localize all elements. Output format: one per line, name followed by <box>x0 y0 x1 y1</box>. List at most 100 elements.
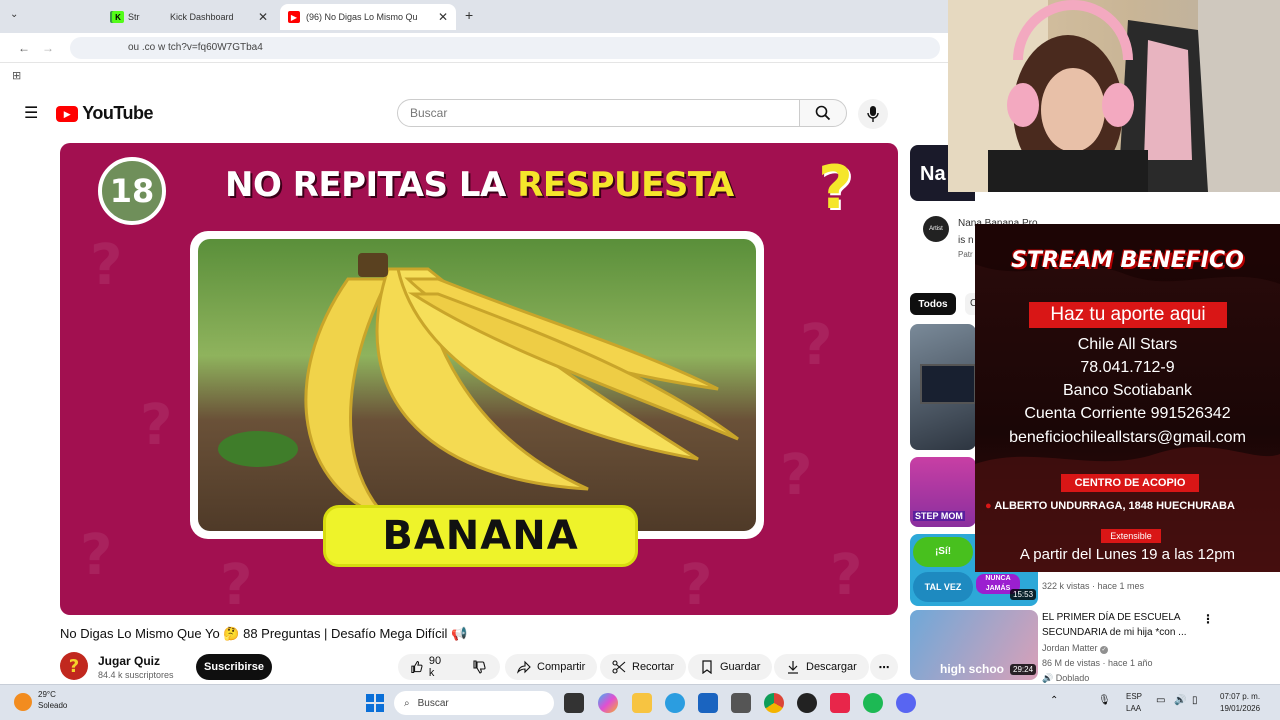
url-field[interactable]: ou .co w tch?v=fq60W7GTba4 <box>70 37 940 59</box>
artist-avatar[interactable]: Artist <box>923 216 949 242</box>
sidebar-thumbnail-1[interactable] <box>910 324 976 450</box>
more-horizontal-icon: ⋯ <box>878 661 890 674</box>
thumbnail-text: high schoo <box>940 662 1004 676</box>
clip-button[interactable]: Recortar <box>600 654 687 680</box>
youtube-wordmark: YouTube <box>82 103 154 123</box>
tab-list-chevron-icon[interactable]: ⌄ <box>10 9 18 20</box>
edge-icon[interactable] <box>665 693 685 713</box>
sidebar-thumbnail-2[interactable]: STEP MOM <box>910 457 976 527</box>
webcam-feed <box>948 0 1280 192</box>
search-button[interactable] <box>799 99 847 127</box>
clock-time: 07:07 p. m. <box>1220 692 1261 701</box>
discord-icon[interactable] <box>896 693 916 713</box>
sidebar-channel-line: is n <box>958 235 974 246</box>
maybe-button-art: TAL VEZ <box>913 572 973 602</box>
url-text: ou .co w tch?v=fq60W7GTba4 <box>128 42 263 53</box>
banana-photo-frame <box>190 231 764 539</box>
like-button[interactable]: 90 k <box>398 654 460 680</box>
tab-kick-dashboard[interactable]: K Kick Dashboard ✕ <box>104 4 276 30</box>
overlay-line: beneficiochileallstars@gmail.com <box>1009 429 1246 446</box>
file-explorer-icon[interactable] <box>632 693 652 713</box>
decorative-question-mark: ? <box>780 443 813 508</box>
weather-condition: Soleado <box>38 701 68 710</box>
chrome-icon[interactable] <box>764 693 784 713</box>
volume-icon[interactable]: 🔊 <box>1174 695 1186 706</box>
share-button[interactable]: Compartir <box>505 654 598 680</box>
menu-icon[interactable]: ☰ <box>24 103 38 123</box>
windows-start-icon[interactable] <box>366 694 384 712</box>
dislike-button[interactable] <box>460 654 500 680</box>
store-icon[interactable] <box>698 693 718 713</box>
video-title: No Digas Lo Mismo Que Yo 🤔 88 Preguntas … <box>60 626 468 641</box>
overlay-line: 78.041.712-9 <box>1080 359 1175 376</box>
obs-icon[interactable] <box>797 693 817 713</box>
save-button[interactable]: Guardar <box>688 654 773 680</box>
close-tab-icon[interactable]: ✕ <box>258 10 268 24</box>
location-pin-icon: ● <box>985 500 992 512</box>
weather-temp: 29°C <box>38 690 56 699</box>
download-button[interactable]: Descargar <box>774 654 869 680</box>
channel-avatar[interactable]: ? <box>60 652 88 680</box>
banana-photo <box>198 239 756 531</box>
overlay-address-text: ALBERTO UNDURRAGA, 1848 HUECHURABA <box>994 500 1235 512</box>
apps-grid-icon[interactable]: ⊞ <box>12 69 21 82</box>
back-icon[interactable]: ← <box>18 41 30 55</box>
tiktok-icon[interactable] <box>830 693 850 713</box>
language-code: ESP <box>1126 692 1143 701</box>
tab-youtube-active[interactable]: ▶ (96) No Digas Lo Mismo Qu ✕ <box>280 4 456 30</box>
decorative-question-mark: ? <box>90 233 123 298</box>
network-icon[interactable]: ▭ <box>1156 695 1165 706</box>
new-tab-button[interactable]: + <box>465 7 473 23</box>
save-label: Guardar <box>720 661 761 673</box>
stream-benefit-overlay: STREAM BENEFICO Haz tu aporte aqui Chile… <box>975 224 1280 572</box>
copilot-icon[interactable] <box>598 693 618 713</box>
sidebar-video-meta: 86 M de vistas · hace 1 año <box>1042 658 1153 668</box>
forward-icon[interactable]: → <box>42 41 54 55</box>
sidebar-video-title[interactable]: EL PRIMER DÍA DE ESCUELA SECUNDARIA de m… <box>1042 610 1192 640</box>
decorative-question-mark: ? <box>830 543 863 608</box>
youtube-play-icon: ▶ <box>56 106 78 123</box>
search-input[interactable]: Buscar <box>397 99 800 127</box>
dubbed-badge: 🔊 Doblado <box>1042 673 1089 684</box>
subscribe-button[interactable]: Suscribirse <box>196 654 272 680</box>
task-view-icon[interactable] <box>564 693 584 713</box>
tab-label: (96) No Digas Lo Mismo Qu <box>306 12 418 22</box>
video-frame-title-white: NO REPITAS LA <box>225 165 518 205</box>
bananas-illustration <box>218 253 739 521</box>
channel-name[interactable]: Jugar Quiz <box>98 654 160 668</box>
overlay-cta: Haz tu aporte aqui <box>1029 302 1227 328</box>
video-player[interactable]: ? ? ? ? ? ? ? ? 18 NO REPITAS LA RESPUES… <box>60 143 898 615</box>
windows-taskbar: 29°C Soleado ⌕ Buscar ⌃ 🎙 ESP LAA ▭ 🔊 ▯ … <box>0 684 1280 720</box>
weather-widget[interactable]: 29°C Soleado <box>14 689 84 717</box>
kick-favicon-icon: K <box>112 11 124 23</box>
chip-all[interactable]: Todos <box>910 293 956 315</box>
battery-icon[interactable]: ▯ <box>1192 695 1198 706</box>
tray-chevron-icon[interactable]: ⌃ <box>1050 695 1058 706</box>
youtube-logo[interactable]: ▶ YouTube <box>56 103 154 124</box>
sidebar-thumbnail-4[interactable]: high schoo 29:24 <box>910 610 1038 680</box>
decorative-question-mark: ? <box>220 553 253 615</box>
taskbar-search[interactable]: ⌕ Buscar <box>394 691 554 715</box>
subscriber-count: 84.4 k suscriptores <box>98 670 174 680</box>
clock-date: 19/01/2026 <box>1220 704 1261 713</box>
close-tab-icon[interactable]: ✕ <box>438 10 448 24</box>
share-icon <box>517 660 531 674</box>
more-vertical-icon[interactable]: ⋮ <box>1202 612 1214 626</box>
more-actions-button[interactable]: ⋯ <box>870 654 898 680</box>
tab-label: Kick Dashboard <box>170 12 234 22</box>
decorative-question-mark: ? <box>680 553 713 615</box>
search-placeholder: Buscar <box>410 106 448 120</box>
search-icon <box>815 105 831 121</box>
language-indicator[interactable]: ESP LAA <box>1126 691 1142 715</box>
microphone-tray-icon[interactable]: 🎙 <box>1098 695 1111 706</box>
thumbs-up-icon <box>411 660 423 674</box>
voice-search-button[interactable] <box>858 99 888 129</box>
question-number-badge: 18 <box>98 157 166 225</box>
duration-badge: 15:53 <box>1010 589 1037 600</box>
system-clock[interactable]: 07:07 p. m. 19/01/2026 <box>1220 691 1260 715</box>
download-icon <box>788 661 798 674</box>
overlay-extensible-badge: Extensible <box>1101 529 1161 543</box>
spotify-icon[interactable] <box>863 693 883 713</box>
decorative-question-mark: ? <box>140 393 173 458</box>
app-icon[interactable] <box>731 693 751 713</box>
